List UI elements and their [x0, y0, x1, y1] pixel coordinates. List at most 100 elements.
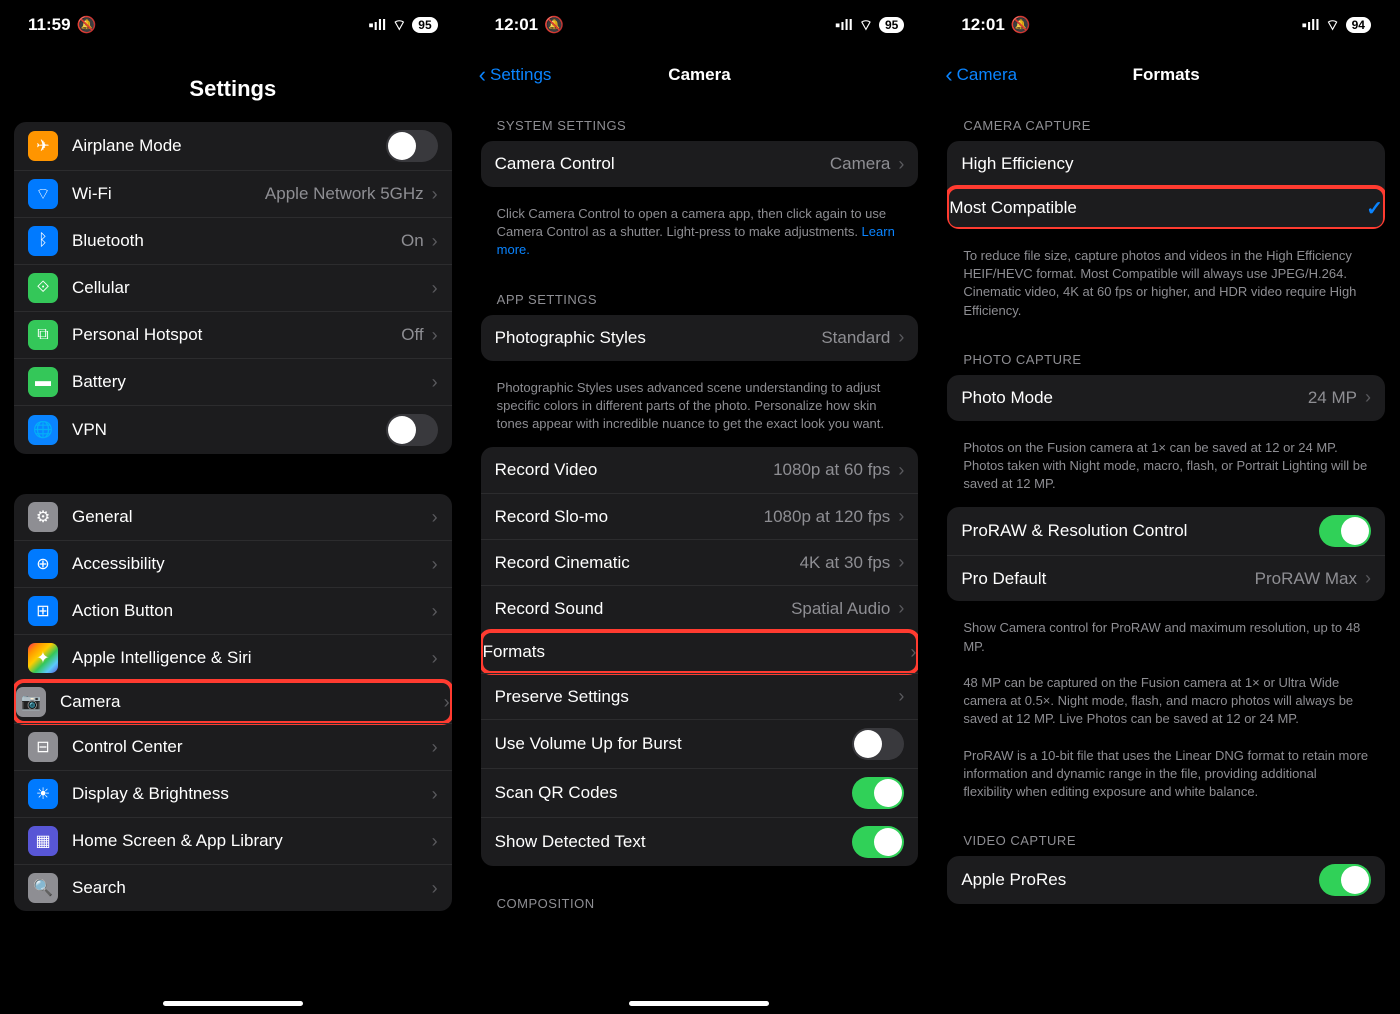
section-group-1: Photographic StylesStandard›: [481, 315, 919, 361]
row-personal-hotspot[interactable]: ⧉Personal HotspotOff›: [14, 311, 452, 358]
back-button[interactable]: ‹ Settings: [479, 62, 552, 88]
row-camera-control[interactable]: Camera ControlCamera›: [481, 141, 919, 187]
row-record-slo-mo[interactable]: Record Slo-mo1080p at 120 fps›: [481, 493, 919, 539]
home-indicator[interactable]: [163, 1001, 303, 1006]
row-label: Use Volume Up for Burst: [495, 734, 853, 754]
row-value: 1080p at 120 fps: [764, 507, 891, 527]
row-record-sound[interactable]: Record SoundSpatial Audio›: [481, 585, 919, 631]
row-wi-fi[interactable]: ⌔Wi-FiApple Network 5GHz›: [14, 170, 452, 217]
row-label: Scan QR Codes: [495, 783, 853, 803]
page-title: Camera: [668, 65, 730, 85]
section-header: PHOTO CAPTURE: [947, 334, 1385, 375]
row-most-compatible[interactable]: Most Compatible✓: [947, 185, 1385, 229]
row-airplane-mode[interactable]: ✈Airplane Mode: [14, 122, 452, 170]
row-general[interactable]: ⚙General›: [14, 494, 452, 540]
row-high-efficiency[interactable]: High Efficiency: [947, 141, 1385, 187]
settings-group-1: ⚙General›⊕Accessibility› ⊞ Action Button › ✦…: [14, 494, 452, 911]
row-label: Action Button: [72, 601, 424, 621]
brightness-icon: ☀: [28, 779, 58, 809]
row-battery[interactable]: ▬Battery›: [14, 358, 452, 405]
toggle[interactable]: [852, 826, 904, 858]
signal-icon: ▪ıll: [1302, 17, 1320, 34]
row-vpn[interactable]: 🌐VPN: [14, 405, 452, 454]
row-control-center[interactable]: ⊟Control Center›: [14, 723, 452, 770]
toggle[interactable]: [852, 728, 904, 760]
row-proraw-resolution-control[interactable]: ProRAW & Resolution Control: [947, 507, 1385, 555]
row-display-brightness[interactable]: ☀ Display & Brightness ›: [14, 770, 452, 817]
chevron-right-icon: ›: [432, 831, 438, 852]
link-icon: ⧉: [28, 320, 58, 350]
row-label: Record Sound: [495, 599, 791, 619]
airplane-icon: ✈: [28, 131, 58, 161]
chevron-right-icon: ›: [898, 327, 904, 348]
signal-icon: ▪ıll: [368, 17, 386, 34]
row-scan-qr-codes[interactable]: Scan QR Codes: [481, 768, 919, 817]
row-value: ProRAW Max: [1255, 569, 1357, 589]
row-preserve-settings[interactable]: Preserve Settings›: [481, 673, 919, 719]
row-accessibility[interactable]: ⊕Accessibility›: [14, 540, 452, 587]
back-button[interactable]: ‹ Camera: [945, 62, 1017, 88]
row-label: Search: [72, 878, 424, 898]
row-bluetooth[interactable]: ᛒBluetoothOn›: [14, 217, 452, 264]
row-label: Cellular: [72, 278, 424, 298]
chevron-right-icon: ›: [898, 460, 904, 481]
row-label: Display & Brightness: [72, 784, 424, 804]
row-label: Control Center: [72, 737, 424, 757]
section-group-1: Photo Mode24 MP›: [947, 375, 1385, 421]
action-icon: ⊞: [28, 596, 58, 626]
screen-formats: 12:01 🔕 ▪ıll ⌔ 94 ‹ Camera Formats CAMER…: [933, 0, 1400, 1014]
row-value: 1080p at 60 fps: [773, 460, 890, 480]
section-footer: To reduce file size, capture photos and …: [947, 241, 1385, 334]
toggle[interactable]: [386, 130, 438, 162]
row-value: On: [401, 231, 424, 251]
row-photographic-styles[interactable]: Photographic StylesStandard›: [481, 315, 919, 361]
row-record-cinematic[interactable]: Record Cinematic4K at 30 fps›: [481, 539, 919, 585]
row-camera[interactable]: 📷Camera›: [14, 679, 452, 725]
row-label: High Efficiency: [961, 154, 1371, 174]
chevron-right-icon: ›: [898, 552, 904, 573]
row-use-volume-up-for-burst[interactable]: Use Volume Up for Burst: [481, 719, 919, 768]
back-label: Settings: [490, 65, 551, 85]
chevron-right-icon: ›: [1365, 568, 1371, 589]
section-header: CAMERA CAPTURE: [947, 100, 1385, 141]
home-indicator[interactable]: [629, 1001, 769, 1006]
learn-more-link[interactable]: Learn more.: [497, 224, 895, 257]
toggle[interactable]: [1319, 515, 1371, 547]
row-label: Home Screen & App Library: [72, 831, 424, 851]
section-footer: Click Camera Control to open a camera ap…: [481, 199, 919, 274]
section-header: APP SETTINGS: [481, 274, 919, 315]
row-formats[interactable]: Formats›: [481, 629, 919, 675]
silent-icon: 🔕: [77, 15, 97, 35]
chevron-right-icon: ›: [432, 231, 438, 252]
row-cellular[interactable]: ⟐Cellular›: [14, 264, 452, 311]
section-header: COMPOSITION: [481, 878, 919, 919]
row-label: Wi-Fi: [72, 184, 265, 204]
status-time: 12:01: [495, 15, 538, 35]
section-group-3: Apple ProRes: [947, 856, 1385, 904]
row-photo-mode[interactable]: Photo Mode24 MP›: [947, 375, 1385, 421]
chevron-right-icon: ›: [432, 784, 438, 805]
row-label: Camera Control: [495, 154, 830, 174]
chevron-right-icon: ›: [432, 554, 438, 575]
toggle[interactable]: [852, 777, 904, 809]
toggle[interactable]: [1319, 864, 1371, 896]
row-show-detected-text[interactable]: Show Detected Text: [481, 817, 919, 866]
section-group-2: ProRAW & Resolution ControlPro DefaultPr…: [947, 507, 1385, 601]
wifi-icon: ⌔: [392, 16, 406, 35]
row-value: Spatial Audio: [791, 599, 890, 619]
row-search[interactable]: 🔍Search›: [14, 864, 452, 911]
row-action-button[interactable]: ⊞Action Button›: [14, 587, 452, 634]
row-pro-default[interactable]: Pro DefaultProRAW Max ›: [947, 555, 1385, 601]
row-apple-prores[interactable]: Apple ProRes: [947, 856, 1385, 904]
row-apple-intelligence-siri[interactable]: ✦Apple Intelligence & Siri›: [14, 634, 452, 681]
row-record-video[interactable]: Record Video1080p at 60 fps›: [481, 447, 919, 493]
row-label: Personal Hotspot: [72, 325, 401, 345]
chevron-right-icon: ›: [432, 737, 438, 758]
wifi-icon: ⌔: [859, 16, 873, 35]
toggle[interactable]: [386, 414, 438, 446]
row-label: Pro Default: [961, 569, 1254, 589]
accessibility-icon: ⊕: [28, 549, 58, 579]
chevron-right-icon: ›: [432, 325, 438, 346]
row-home-screen-app-library[interactable]: ▦Home Screen & App Library›: [14, 817, 452, 864]
bluetooth-icon: ᛒ: [28, 226, 58, 256]
